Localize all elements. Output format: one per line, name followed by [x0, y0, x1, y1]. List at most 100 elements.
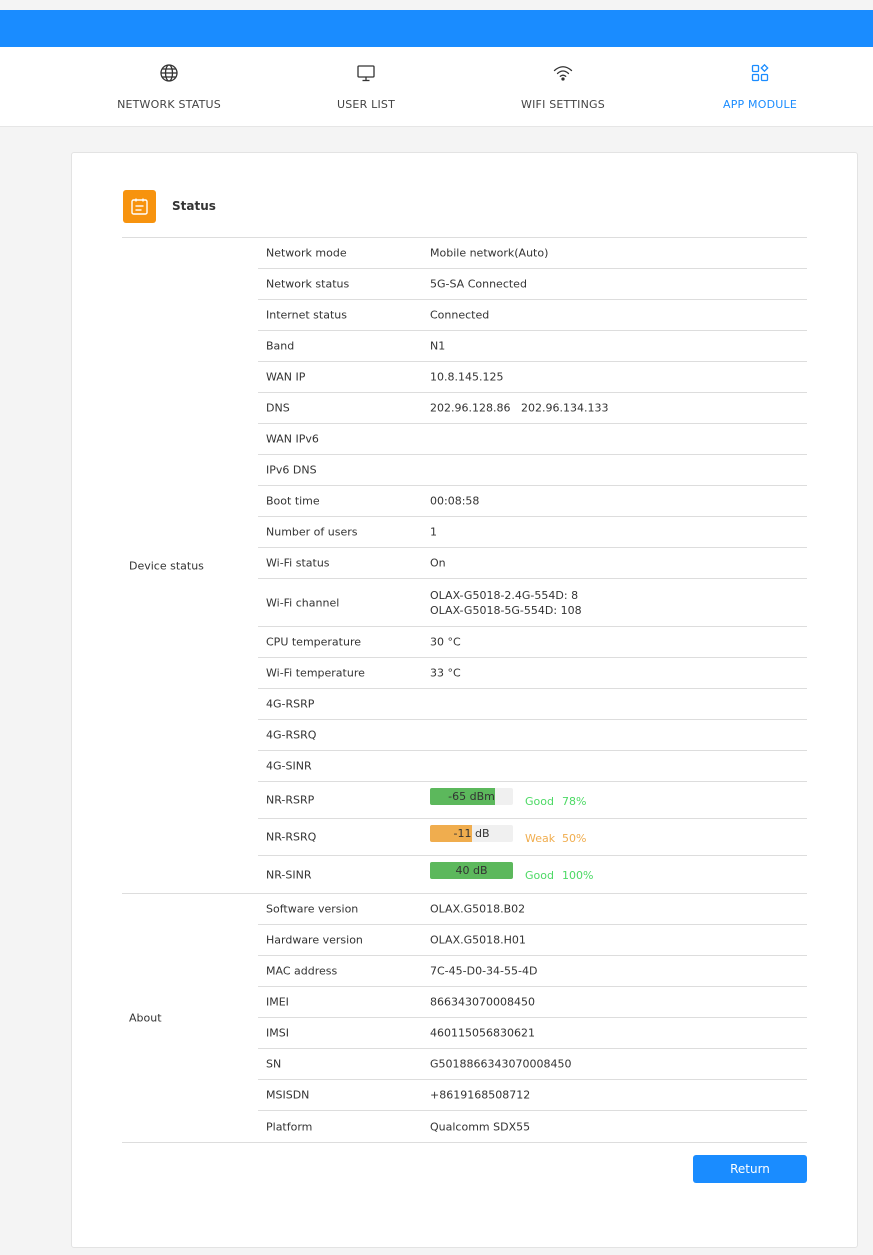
row-label: IMEI [266, 995, 289, 1009]
row-value: Mobile network(Auto) [430, 246, 549, 260]
row-label: WAN IPv6 [266, 432, 319, 446]
row-label: 4G-RSRQ [266, 728, 317, 742]
row-label: Hardware version [266, 933, 363, 947]
nav-network-status[interactable]: NETWORK STATUS [95, 47, 243, 127]
nav-label: NETWORK STATUS [117, 98, 221, 111]
row-label: MSISDN [266, 1088, 310, 1102]
row-label: 4G-RSRP [266, 697, 315, 711]
table-row: IPv6 DNS [258, 455, 807, 486]
row-value: 33 °C [430, 666, 461, 680]
device-status-group: Device status Network mode Mobile network… [122, 238, 807, 894]
signal-row: NR-SINR 40 dB Good 100% [258, 856, 807, 893]
table-row: WAN IPv6 [258, 424, 807, 455]
main-nav: NETWORK STATUS USER LIST WIFI SETTINGS A… [0, 47, 873, 127]
signal-bar: -65 dBm [430, 788, 513, 805]
row-value: 5G-SA Connected [430, 277, 527, 291]
signal-quality: Good [525, 869, 554, 882]
row-value: 460115056830621 [430, 1026, 535, 1040]
status-title: Status [172, 199, 216, 213]
table-row: SN G5018866343070008450 [258, 1049, 807, 1080]
row-value: 10.8.145.125 [430, 370, 504, 384]
row-label: Number of users [266, 525, 358, 539]
row-label: NR-RSRP [266, 793, 315, 807]
about-group: About Software version OLAX.G5018.B02 Har… [122, 894, 807, 1143]
row-label: Software version [266, 902, 359, 916]
signal-row: NR-RSRP -65 dBm Good 78% [258, 782, 807, 819]
row-label: NR-RSRQ [266, 830, 317, 844]
signal-percent: 78% [562, 795, 587, 808]
signal-bar-text: -11 dB [453, 827, 490, 840]
row-value: 7C-45-D0-34-55-4D [430, 964, 538, 978]
table-row: Network mode Mobile network(Auto) [258, 238, 807, 269]
table-row: Band N1 [258, 331, 807, 362]
table-row: IMEI 866343070008450 [258, 987, 807, 1018]
row-value: Connected [430, 308, 490, 322]
signal-percent: 50% [562, 832, 587, 845]
row-label: Internet status [266, 308, 347, 322]
signal-bar: -11 dB [430, 825, 513, 842]
row-label: Boot time [266, 494, 320, 508]
table-row: 4G-SINR [258, 751, 807, 782]
row-label: CPU temperature [266, 635, 362, 649]
table-row: Internet status Connected [258, 300, 807, 331]
row-label: NR-SINR [266, 868, 312, 881]
table-row: IMSI 460115056830621 [258, 1018, 807, 1049]
row-label: IPv6 DNS [266, 463, 317, 477]
table-row: MSISDN +8619168508712 [258, 1080, 807, 1111]
row-label: Wi-Fi channel [266, 596, 340, 609]
table-row: MAC address 7C-45-D0-34-55-4D [258, 956, 807, 987]
wifi-icon [553, 66, 573, 81]
status-table: Device status Network mode Mobile network… [122, 237, 807, 1143]
row-value: Qualcomm SDX55 [430, 1120, 531, 1133]
row-label: Network status [266, 277, 350, 291]
group-label: About [129, 1011, 162, 1025]
row-label: Platform [266, 1120, 313, 1133]
row-label: Network mode [266, 246, 347, 260]
row-value: 866343070008450 [430, 995, 535, 1009]
row-value: G5018866343070008450 [430, 1057, 572, 1071]
nav-user-list[interactable]: USER LIST [306, 47, 426, 127]
nav-wifi-settings[interactable]: WIFI SETTINGS [503, 47, 623, 127]
table-row: CPU temperature 30 °C [258, 627, 807, 658]
top-header-bar [0, 10, 873, 47]
signal-quality: Weak [525, 832, 556, 845]
row-value: 30 °C [430, 635, 461, 649]
wifi-channel-line: OLAX-G5018-5G-554D: 108 [430, 603, 582, 617]
row-label: MAC address [266, 964, 338, 978]
table-row: DNS 202.96.128.86 202.96.134.133 [258, 393, 807, 424]
signal-quality: Good [525, 795, 554, 808]
row-label: IMSI [266, 1026, 289, 1040]
row-label: Wi-Fi status [266, 556, 330, 570]
table-row: WAN IP 10.8.145.125 [258, 362, 807, 393]
monitor-icon [357, 65, 375, 82]
return-button[interactable]: Return [693, 1155, 807, 1183]
row-label: Band [266, 339, 295, 353]
table-row: Wi-Fi channel OLAX-G5018-2.4G-554D: 8 OL… [258, 579, 807, 627]
table-row: 4G-RSRP [258, 689, 807, 720]
row-value: 00:08:58 [430, 494, 480, 508]
row-value: 1 [430, 525, 437, 539]
signal-percent: 100% [562, 869, 594, 882]
wifi-channel-line: OLAX-G5018-2.4G-554D: 8 [430, 588, 579, 602]
row-value: N1 [430, 339, 446, 353]
status-card: Status Device status Network mode Mobile … [71, 152, 858, 1248]
signal-bar: 40 dB [430, 862, 513, 879]
row-value: On [430, 556, 446, 570]
nav-label: USER LIST [337, 98, 395, 111]
globe-icon [160, 64, 178, 82]
row-value: 202.96.128.86 202.96.134.133 [430, 401, 609, 415]
table-row: 4G-RSRQ [258, 720, 807, 751]
signal-bar-text: -65 dBm [448, 790, 495, 803]
group-label: Device status [129, 559, 204, 572]
table-row: Boot time 00:08:58 [258, 486, 807, 517]
table-row: Number of users 1 [258, 517, 807, 548]
nav-app-module[interactable]: APP MODULE [705, 47, 815, 127]
row-label: 4G-SINR [266, 759, 312, 773]
row-label: Wi-Fi temperature [266, 666, 365, 680]
table-row: Platform Qualcomm SDX55 [258, 1111, 807, 1142]
app-grid-icon [751, 63, 769, 82]
row-value: OLAX.G5018.H01 [430, 933, 526, 947]
calendar-list-icon [123, 190, 156, 223]
signal-row: NR-RSRQ -11 dB Weak 50% [258, 819, 807, 856]
table-row: Wi-Fi temperature 33 °C [258, 658, 807, 689]
